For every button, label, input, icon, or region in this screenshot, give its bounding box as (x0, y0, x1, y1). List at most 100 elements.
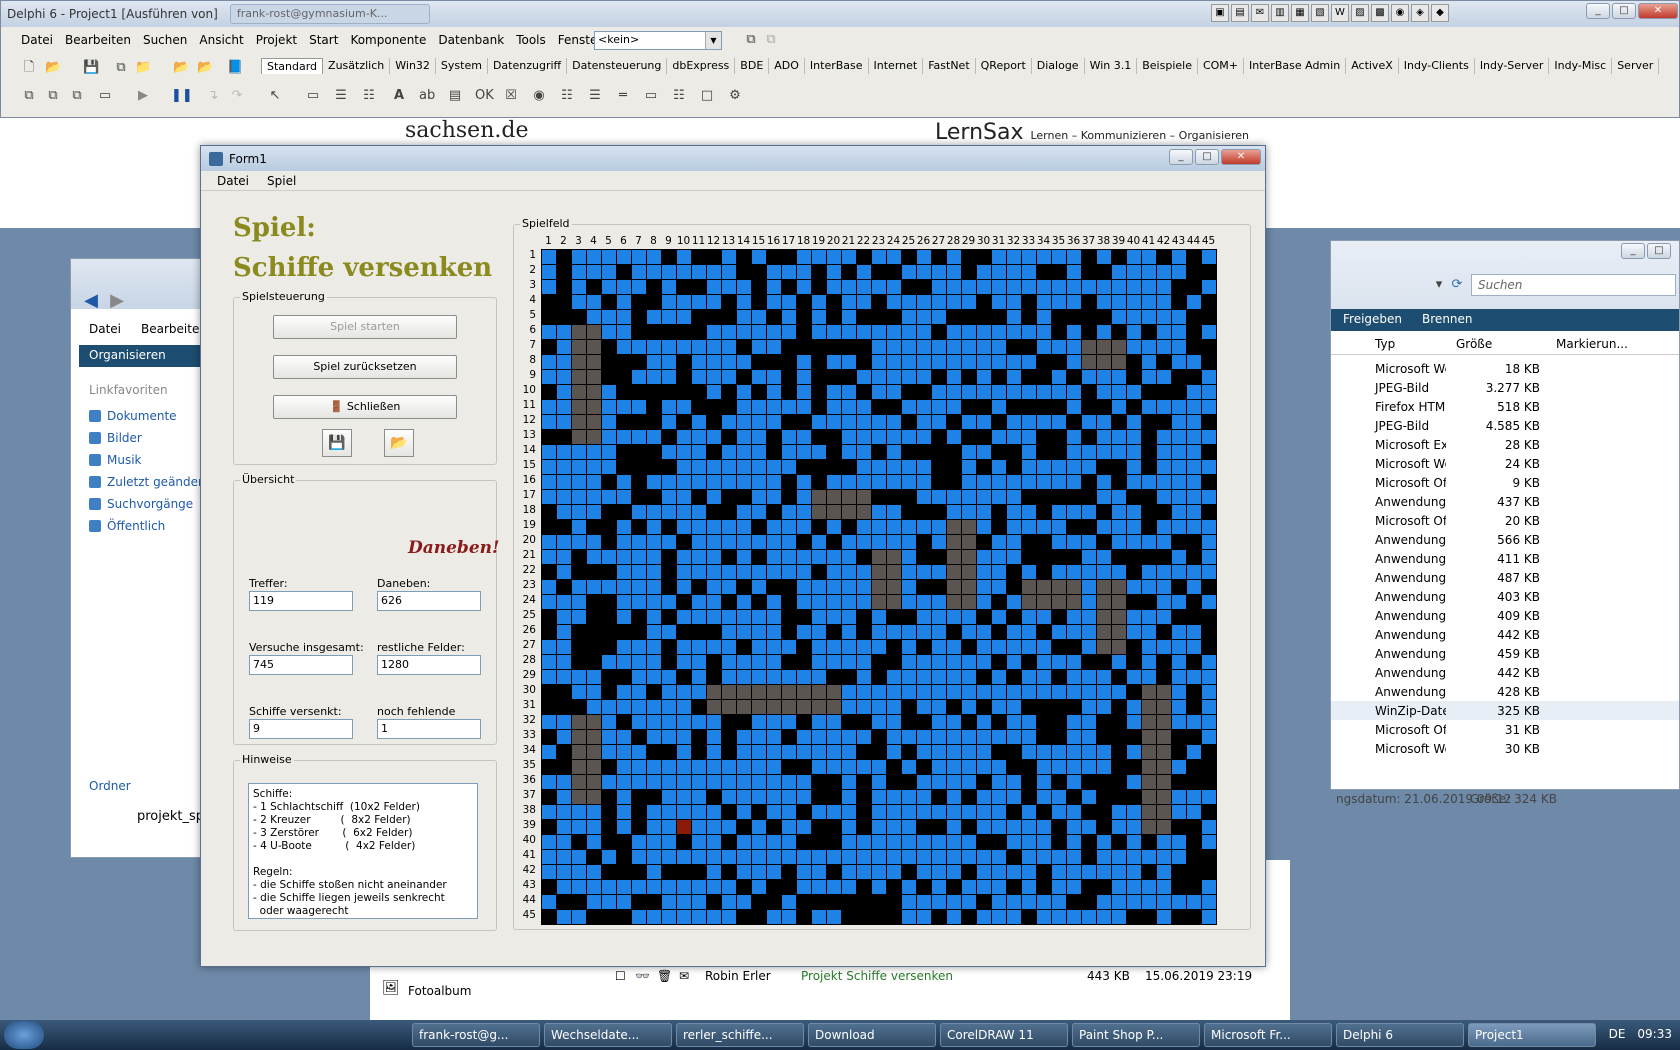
board-cell-water[interactable] (1127, 835, 1141, 849)
board-cell-water[interactable] (722, 475, 736, 489)
board-cell-water[interactable] (887, 430, 901, 444)
board-cell-water[interactable] (572, 535, 586, 549)
board-cell-water[interactable] (1142, 850, 1156, 864)
table-row[interactable]: Microsoft Word-D...18 KB (1331, 359, 1679, 378)
board-cell-water[interactable] (1202, 430, 1216, 444)
board-cell-water[interactable] (707, 760, 721, 774)
board-cell-miss[interactable] (1142, 550, 1156, 564)
board-cell-miss[interactable] (827, 790, 841, 804)
board-cell-water[interactable] (587, 835, 601, 849)
board-cell-sunk[interactable] (962, 535, 976, 549)
board-cell-miss[interactable] (917, 385, 931, 399)
table-row[interactable]: Firefox HTML Doc...518 KB (1331, 397, 1679, 416)
board-cell-water[interactable] (1082, 640, 1096, 654)
board-cell-miss[interactable] (1202, 415, 1216, 429)
board-cell-water[interactable] (1067, 670, 1081, 684)
board-cell-water[interactable] (902, 895, 916, 909)
board-cell-water[interactable] (932, 835, 946, 849)
board-cell-water[interactable] (1022, 880, 1036, 894)
board-cell-water[interactable] (1022, 505, 1036, 519)
board-cell-water[interactable] (647, 760, 661, 774)
board-cell-water[interactable] (602, 310, 616, 324)
board-cell-water[interactable] (782, 850, 796, 864)
board-cell-water[interactable] (977, 595, 991, 609)
board-cell-sunk[interactable] (587, 325, 601, 339)
board-cell-water[interactable] (782, 400, 796, 414)
board-cell-miss[interactable] (1202, 640, 1216, 654)
board-cell-water[interactable] (707, 520, 721, 534)
board-cell-water[interactable] (617, 790, 631, 804)
board-cell-water[interactable] (782, 910, 796, 924)
board-cell-water[interactable] (857, 655, 871, 669)
board-cell-sunk[interactable] (1142, 685, 1156, 699)
open-folder-icon[interactable]: 📂 (45, 60, 61, 76)
board-cell-miss[interactable] (602, 595, 616, 609)
board-cell-water[interactable] (947, 325, 961, 339)
board-cell-water[interactable] (572, 910, 586, 924)
board-cell-water[interactable] (1172, 475, 1186, 489)
board-cell-water[interactable] (827, 655, 841, 669)
board-cell-water[interactable] (662, 880, 676, 894)
board-cell-miss[interactable] (872, 400, 886, 414)
board-cell-water[interactable] (797, 745, 811, 759)
board-cell-miss[interactable] (737, 580, 751, 594)
board-cell-miss[interactable] (992, 310, 1006, 324)
board-cell-miss[interactable] (557, 265, 571, 279)
radiobutton-component-icon[interactable]: ◉ (531, 88, 547, 104)
board-cell-miss[interactable] (767, 445, 781, 459)
board-cell-miss[interactable] (782, 865, 796, 879)
board-cell-sunk[interactable] (737, 685, 751, 699)
board-cell-water[interactable] (722, 535, 736, 549)
board-cell-miss[interactable] (992, 370, 1006, 384)
board-cell-miss[interactable] (587, 640, 601, 654)
board-cell-water[interactable] (992, 820, 1006, 834)
board-cell-water[interactable] (1067, 655, 1081, 669)
board-cell-water[interactable] (962, 880, 976, 894)
board-cell-miss[interactable] (962, 400, 976, 414)
board-cell-water[interactable] (767, 715, 781, 729)
board-cell-water[interactable] (917, 730, 931, 744)
board-cell-miss[interactable] (542, 340, 556, 354)
board-cell-miss[interactable] (917, 280, 931, 294)
board-cell-miss[interactable] (557, 295, 571, 309)
board-cell-miss[interactable] (782, 280, 796, 294)
board-cell-miss[interactable] (1037, 445, 1051, 459)
board-cell-miss[interactable] (632, 790, 646, 804)
maximize-button[interactable]: □ (1612, 3, 1636, 19)
board-cell-miss[interactable] (752, 550, 766, 564)
board-cell-miss[interactable] (1097, 805, 1111, 819)
board-cell-miss[interactable] (827, 340, 841, 354)
board-cell-miss[interactable] (617, 910, 631, 924)
board-cell-water[interactable] (947, 835, 961, 849)
board-cell-water[interactable] (1187, 580, 1201, 594)
board-cell-miss[interactable] (1157, 415, 1171, 429)
board-cell-miss[interactable] (647, 295, 661, 309)
board-cell-water[interactable] (977, 550, 991, 564)
board-cell-water[interactable] (677, 340, 691, 354)
board-cell-water[interactable] (977, 325, 991, 339)
board-cell-water[interactable] (647, 355, 661, 369)
board-cell-water[interactable] (1022, 280, 1036, 294)
ide-menu-item[interactable]: Projekt (256, 33, 297, 47)
board-cell-water[interactable] (542, 265, 556, 279)
board-cell-water[interactable] (1157, 520, 1171, 534)
board-cell-sunk[interactable] (1157, 805, 1171, 819)
board-cell-miss[interactable] (662, 640, 676, 654)
board-cell-water[interactable] (707, 280, 721, 294)
board-cell-miss[interactable] (707, 790, 721, 804)
board-cell-water[interactable] (662, 415, 676, 429)
board-cell-miss[interactable] (917, 715, 931, 729)
combobox-component-icon[interactable]: ☰ (587, 88, 603, 104)
remove-file-icon[interactable]: 📂 (197, 60, 213, 76)
favorite-link[interactable]: Zuletzt geändert (89, 471, 208, 493)
palette-tab[interactable]: COM+ (1198, 58, 1245, 74)
board-cell-water[interactable] (902, 310, 916, 324)
board-cell-miss[interactable] (1127, 550, 1141, 564)
board-cell-water[interactable] (677, 610, 691, 624)
board-cell-miss[interactable] (932, 445, 946, 459)
app-icon[interactable]: ▧ (1311, 4, 1329, 22)
menu-datei[interactable]: Datei (217, 174, 249, 188)
board-cell-water[interactable] (857, 265, 871, 279)
board-cell-miss[interactable] (1142, 505, 1156, 519)
board-cell-miss[interactable] (1187, 730, 1201, 744)
